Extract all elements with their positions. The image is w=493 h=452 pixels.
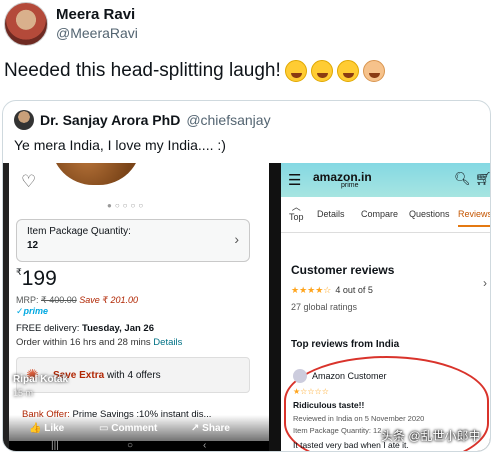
search-icon: 🔍︎	[454, 171, 471, 186]
heart-icon: ♡	[21, 172, 37, 191]
tweet-body: Needed this head-splitting laugh!	[4, 60, 281, 81]
mrp-line: MRP: ₹ 400.00 Save ₹ 201.00	[16, 295, 138, 306]
review-meta: Reviewed in India on 5 November 2020	[293, 414, 425, 423]
like-button: 👍 Like	[29, 423, 65, 434]
tab-details: Details	[317, 209, 345, 219]
tab-compare: Compare	[361, 209, 399, 219]
review-quantity: Item Package Quantity: 12	[293, 426, 382, 435]
reviews-page-screenshot[interactable]: ☰ amazon.in prime 🔍︎ 🛒︎ ︿ Top Details Com…	[277, 163, 491, 451]
watermark: 头条 @乱世小郎中	[381, 429, 481, 443]
home-icon: ○	[127, 440, 134, 451]
quoted-author-name: Dr. Sanjay Arora PhD	[40, 112, 181, 128]
rating-stars: ★★★★☆ 4 out of 5	[291, 285, 373, 296]
offers-rest: with 4 offers	[106, 370, 161, 381]
like-label: Like	[44, 423, 65, 434]
mrp-label: MRP:	[16, 295, 39, 305]
amazon-logo-sub: prime	[341, 182, 359, 189]
review-title: Ridiculous taste!!	[293, 400, 365, 410]
price: ₹199	[16, 267, 57, 291]
author-handle[interactable]: @MeeraRavi	[56, 24, 138, 43]
back-icon: ‹	[203, 440, 207, 451]
review-stars: ★☆☆☆☆	[293, 387, 329, 396]
chevron-right-icon: ›	[483, 276, 487, 290]
carousel-dots: ●○○○○	[107, 201, 147, 210]
reviewer-name: Amazon Customer	[312, 371, 387, 381]
reviewer: Amazon Customer	[293, 369, 387, 383]
rating-text: 4 out of 5	[335, 285, 373, 295]
product-page-screenshot[interactable]: ♡ ●○○○○ Item Package Quantity: 12 › ₹199…	[3, 163, 269, 451]
mrp-value: ₹ 400.00	[41, 295, 77, 305]
product-tabs: ︿ Top Details Compare Questions Reviews	[281, 197, 490, 233]
avatar[interactable]	[4, 2, 48, 46]
android-nav-bar: ||| ○ ‹	[3, 440, 269, 451]
share-button: ↗ Share	[191, 423, 230, 434]
rofl-emoji-icon	[284, 60, 307, 82]
amazon-header: ☰ amazon.in prime 🔍︎ 🛒︎	[281, 163, 491, 197]
menu-icon: ☰	[288, 172, 302, 189]
author-name[interactable]: Meera Ravi	[56, 5, 138, 24]
tab-reviews: Reviews	[458, 209, 490, 227]
top-button: ︿ Top	[289, 202, 304, 222]
tweet-text: Needed this head-splitting laugh!	[4, 60, 385, 82]
rofl-emoji-icon	[336, 60, 359, 82]
tweet-header: Meera Ravi @MeeraRavi	[4, 2, 138, 46]
product-image	[51, 163, 141, 185]
rofl-emoji-icon	[310, 60, 333, 82]
star-rating-icons: ★★★★☆	[291, 285, 332, 295]
order-within-text: Order within 16 hrs and 28 mins	[16, 337, 151, 348]
offers-text: Save Extra with 4 offers	[53, 370, 161, 381]
delivery-date: Tuesday, Jan 26	[82, 323, 154, 334]
comment-button: ▭ Comment	[99, 423, 158, 434]
quoted-header: Dr. Sanjay Arora PhD @chiefsanjay	[14, 110, 271, 130]
price-value: 199	[21, 267, 57, 290]
comment-label: Comment	[111, 423, 158, 434]
save-text: Save ₹ 201.00	[79, 295, 139, 305]
top-label: Top	[289, 212, 304, 222]
quoted-media[interactable]: ♡ ●○○○○ Item Package Quantity: 12 › ₹199…	[3, 163, 491, 451]
global-ratings: 27 global ratings	[291, 302, 358, 312]
share-label: Share	[202, 423, 230, 434]
top-reviews-title: Top reviews from India	[291, 339, 400, 350]
quoted-avatar	[14, 110, 34, 130]
chevron-right-icon: ›	[234, 231, 239, 247]
cart-icon: 🛒︎	[475, 171, 491, 186]
tab-questions: Questions	[409, 209, 450, 219]
quantity-label: Item Package Quantity:	[27, 226, 131, 237]
customer-reviews-title: Customer reviews	[291, 263, 395, 277]
phone-frame	[3, 163, 9, 451]
order-within: Order within 16 hrs and 28 mins Details	[16, 337, 182, 348]
reviewer-avatar-icon	[293, 369, 307, 383]
quoted-tweet[interactable]: Dr. Sanjay Arora PhD @chiefsanjay Ye mer…	[2, 100, 491, 452]
delivery-line: FREE delivery: Tuesday, Jan 26	[16, 323, 154, 334]
overlay-username: Ripal Kotak	[13, 374, 69, 385]
prime-badge: ✓prime	[16, 306, 49, 316]
social-action-bar: 👍 Like ▭ Comment ↗ Share	[3, 415, 269, 441]
details-link: Details	[153, 337, 183, 348]
quantity-value: 12	[27, 240, 39, 251]
facepalm-emoji-icon	[362, 60, 385, 82]
quantity-selector: Item Package Quantity: 12 ›	[16, 219, 250, 262]
quoted-text: Ye mera India, I love my India.... :)	[14, 137, 226, 153]
recents-icon: |||	[51, 440, 59, 451]
overlay-time: 15 m	[13, 388, 34, 398]
quoted-author-handle: @chiefsanjay	[186, 112, 271, 128]
delivery-prefix: FREE delivery:	[16, 323, 80, 334]
